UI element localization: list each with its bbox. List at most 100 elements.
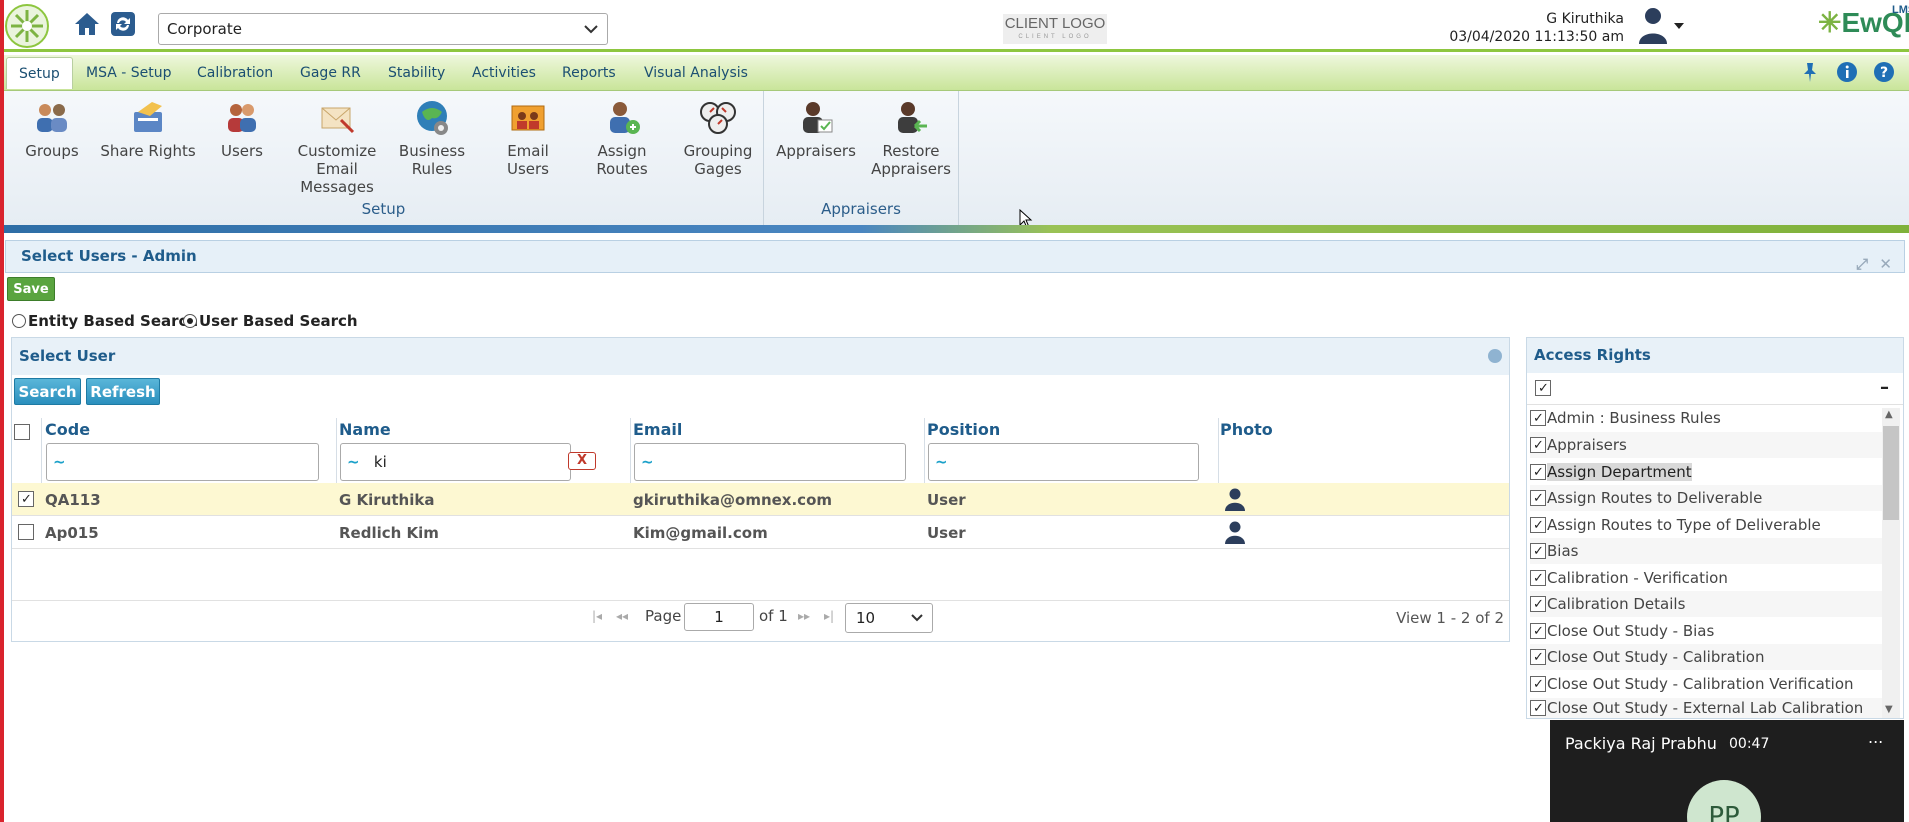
refresh-icon[interactable] — [108, 9, 138, 39]
position-filter-input[interactable]: ~ — [928, 443, 1199, 481]
page-number-input[interactable]: 1 — [684, 603, 754, 631]
home-icon[interactable] — [72, 9, 102, 39]
next-page-icon[interactable]: ▸▸ — [798, 609, 810, 623]
column-position[interactable]: Position — [927, 420, 1000, 439]
ribbon-label: Assign Routes — [596, 142, 648, 178]
entity-based-search-radio[interactable]: Entity Based Search — [12, 312, 198, 330]
access-right-item[interactable]: ✓ Admin : Business Rules — [1530, 405, 1882, 431]
tab-activities[interactable]: Activities — [460, 57, 548, 89]
save-button[interactable]: Save — [7, 277, 55, 301]
search-button[interactable]: Search — [14, 378, 81, 405]
call-overlay: Packiya Raj Prabhu 00:47 ... PP — [1550, 720, 1904, 822]
table-row[interactable]: ✓ QA113 G Kiruthika gkiruthika@omnex.com… — [12, 483, 1509, 516]
ribbon-label: Groups — [25, 142, 79, 160]
ribbon-share-rights-button[interactable]: Share Rights — [100, 98, 196, 160]
collapse-icon[interactable] — [1488, 349, 1502, 363]
svg-text:?: ? — [1880, 65, 1888, 81]
column-code[interactable]: Code — [45, 420, 90, 439]
ribbon-grouping-gages-button[interactable]: Grouping Gages — [682, 98, 754, 178]
page-label: Page — [645, 607, 682, 625]
chevron-down-icon — [911, 614, 923, 622]
email-filter-input[interactable]: ~ — [634, 443, 906, 481]
cell-email: Kim@gmail.com — [633, 524, 768, 542]
ribbon-groups-button[interactable]: Groups — [22, 98, 82, 160]
app-logo-icon[interactable] — [4, 0, 50, 52]
ribbon-customize-email-button[interactable]: Customize Email Messages — [292, 98, 382, 196]
column-name[interactable]: Name — [339, 420, 391, 439]
organization-select[interactable]: Corporate — [158, 13, 608, 45]
code-filter-input[interactable]: ~ — [46, 443, 319, 481]
ribbon-label: Appraisers — [776, 142, 856, 160]
select-user-header: Select User — [12, 338, 1509, 375]
access-rights-select-all[interactable]: ✓ — [1535, 380, 1551, 396]
scroll-down-icon[interactable]: ▼ — [1885, 704, 1893, 715]
scrollbar-thumb[interactable] — [1883, 426, 1899, 520]
tab-setup[interactable]: Setup — [6, 57, 73, 89]
clear-filter-button[interactable]: X — [568, 452, 596, 470]
access-right-item[interactable]: ✓ Assign Routes to Type of Deliverable — [1530, 512, 1882, 538]
access-right-item[interactable]: ✓ Assign Department — [1530, 459, 1882, 485]
ribbon-label: Customize Email Messages — [297, 142, 377, 196]
access-right-item[interactable]: ✓ Close Out Study - Calibration Verificat… — [1530, 671, 1882, 697]
access-right-item[interactable]: ✓ Close Out Study - Bias — [1530, 618, 1882, 644]
tab-calibration[interactable]: Calibration — [185, 57, 285, 89]
page-size-select[interactable]: 10 — [845, 603, 933, 633]
tab-gage-rr[interactable]: Gage RR — [288, 57, 373, 89]
popout-icon[interactable]: ⤢ — [1856, 249, 1868, 280]
user-photo-icon[interactable] — [1222, 486, 1248, 512]
access-rights-collapse-button[interactable]: – — [1880, 377, 1889, 398]
user-based-search-radio[interactable]: User Based Search — [183, 312, 358, 330]
user-photo-icon[interactable] — [1222, 519, 1248, 545]
tab-reports[interactable]: Reports — [550, 57, 628, 89]
ribbon-business-rules-button[interactable]: Business Rules — [398, 98, 466, 178]
call-more-button[interactable]: ... — [1868, 728, 1883, 747]
ribbon-label: Users — [220, 142, 263, 160]
access-right-item[interactable]: ✓ Calibration Details — [1530, 591, 1882, 617]
scroll-up-icon[interactable]: ▲ — [1885, 409, 1893, 420]
user-menu-caret-icon[interactable] — [1672, 19, 1686, 29]
chevron-down-icon — [584, 25, 598, 34]
ribbon-assign-routes-button[interactable]: Assign Routes — [588, 98, 656, 178]
ribbon-email-users-button[interactable]: Email Users — [484, 98, 572, 178]
info-icon[interactable] — [1836, 61, 1858, 83]
table-row[interactable]: Ap015 Redlich Kim Kim@gmail.com User — [12, 516, 1509, 549]
tab-msa-setup[interactable]: MSA - Setup — [74, 57, 184, 89]
prev-page-icon[interactable]: ◂◂ — [616, 609, 628, 623]
groups-icon — [37, 104, 67, 132]
access-right-item[interactable]: ✓ Calibration - Verification — [1530, 565, 1882, 591]
ribbon-label: Grouping Gages — [683, 142, 753, 178]
last-page-icon[interactable]: ▸| — [824, 609, 834, 623]
access-right-item[interactable]: ✓ Bias — [1530, 538, 1882, 564]
cell-code: Ap015 — [45, 524, 99, 542]
access-right-item[interactable]: ✓ Close Out Study - Calibration — [1530, 644, 1882, 670]
panel-title: Select Users - Admin — [21, 247, 197, 265]
tab-stability[interactable]: Stability — [376, 57, 457, 89]
close-icon[interactable]: ✕ — [1879, 249, 1892, 280]
access-right-item[interactable]: ✓ Assign Routes to Deliverable — [1530, 485, 1882, 511]
pin-icon[interactable] — [1799, 61, 1821, 83]
tab-visual-analysis[interactable]: Visual Analysis — [632, 57, 760, 89]
column-email[interactable]: Email — [633, 420, 682, 439]
ribbon-restore-appraisers-button[interactable]: Restore Appraisers — [868, 98, 954, 178]
ribbon-users-button[interactable]: Users — [212, 98, 272, 160]
ribbon-appraisers-button[interactable]: Appraisers — [774, 98, 858, 160]
access-right-item[interactable]: ✓ Close Out Study - External Lab Calibrat… — [1530, 698, 1882, 718]
user-avatar-icon[interactable] — [1636, 4, 1670, 46]
access-right-item[interactable]: ✓ Appraisers — [1530, 432, 1882, 458]
business-rules-icon — [417, 101, 448, 135]
row-checkbox[interactable] — [18, 524, 34, 540]
name-filter-value: ki — [373, 453, 387, 471]
gages-icon — [700, 102, 736, 134]
help-icon[interactable]: ? — [1873, 61, 1895, 83]
appraisers-icon — [803, 102, 833, 133]
caller-avatar: PP — [1687, 780, 1761, 822]
first-page-icon[interactable]: |◂ — [592, 609, 602, 623]
name-filter-input[interactable]: ~ ki — [340, 443, 571, 481]
ribbon-label: Restore Appraisers — [871, 142, 951, 178]
cell-email: gkiruthika@omnex.com — [633, 491, 833, 509]
row-checkbox[interactable]: ✓ — [18, 491, 34, 507]
refresh-button[interactable]: Refresh — [86, 378, 160, 405]
page-of-label: of 1 — [759, 607, 788, 625]
call-timer: 00:47 — [1729, 736, 1770, 752]
select-all-checkbox[interactable] — [14, 424, 30, 440]
